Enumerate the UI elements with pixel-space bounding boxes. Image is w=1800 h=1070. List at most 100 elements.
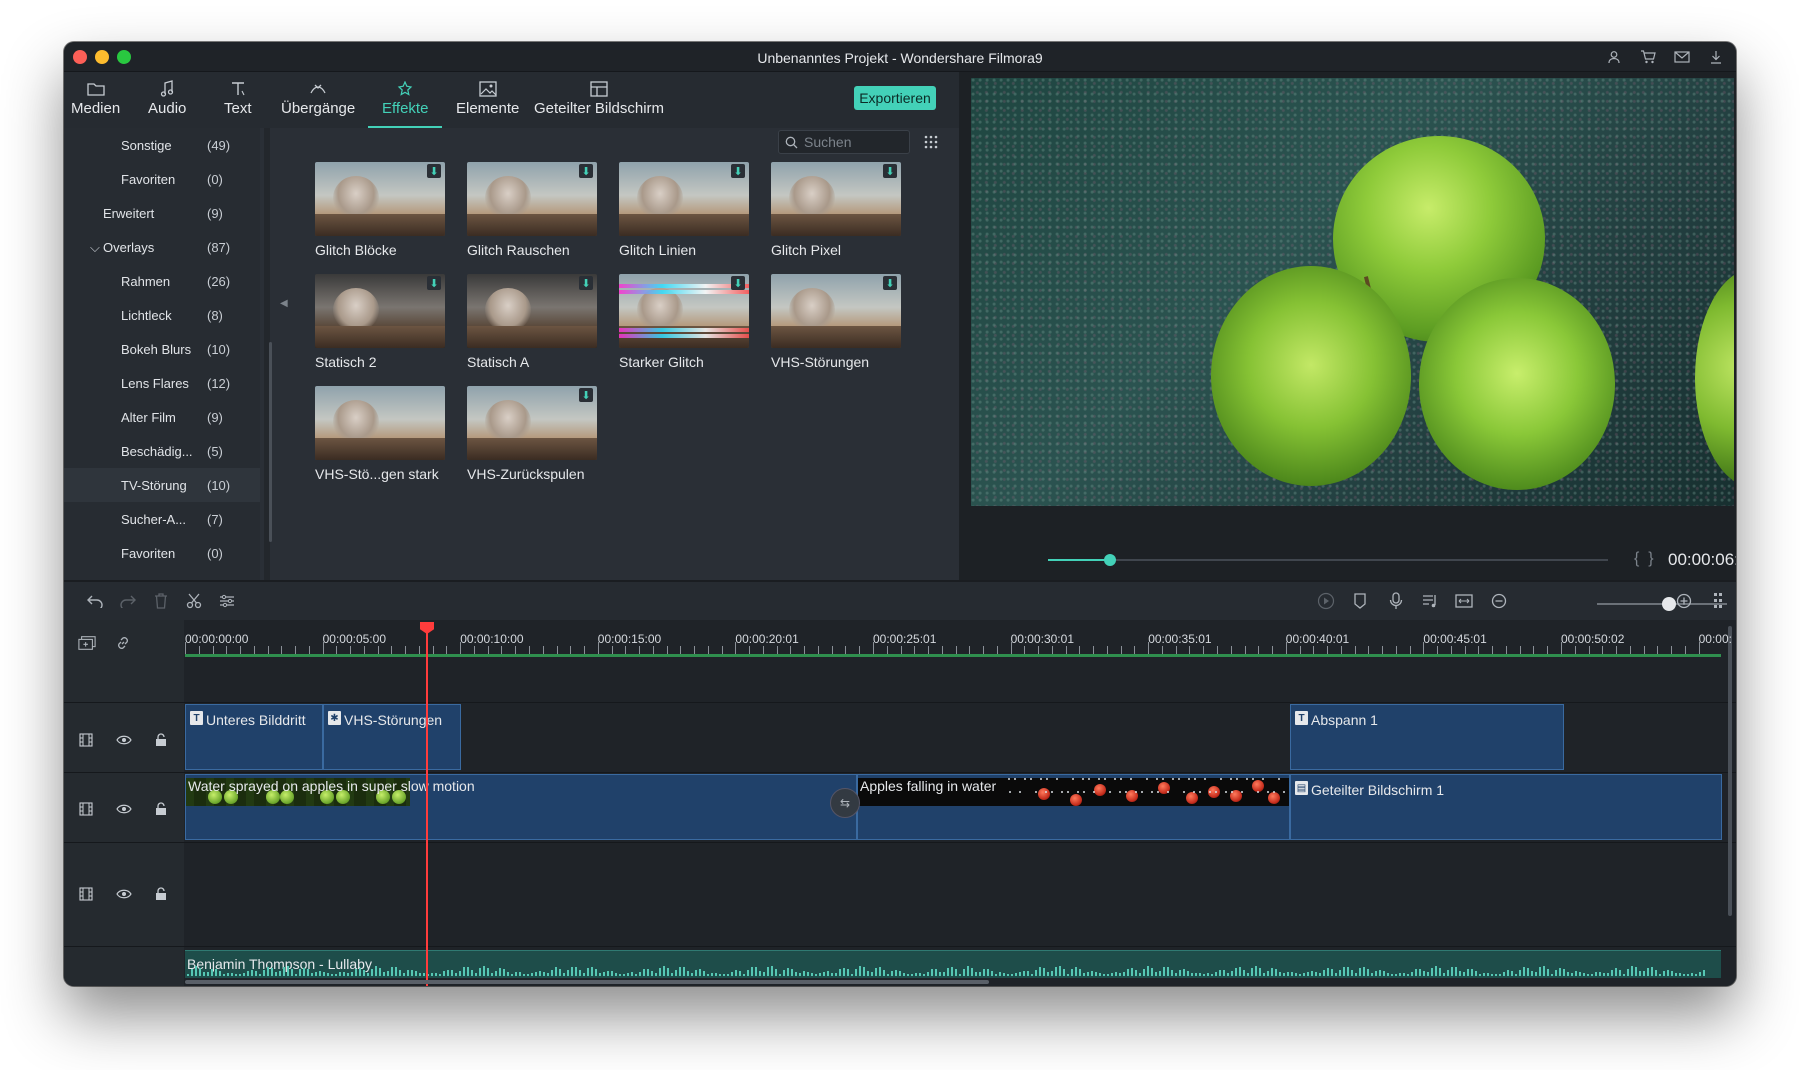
timeline-vertical-scrollbar[interactable]: [1728, 626, 1732, 916]
waveform-bar: [1615, 968, 1617, 976]
cut-scissors-icon[interactable]: [185, 592, 203, 610]
category-item[interactable]: Sonstige (49): [64, 128, 260, 162]
add-track-icon[interactable]: [78, 634, 96, 652]
category-item[interactable]: ⌵ Overlays (87): [64, 230, 260, 264]
microphone-icon[interactable]: [1387, 592, 1405, 610]
waveform-bar: [263, 969, 265, 976]
effect-item[interactable]: ⬇ VHS-Störungen: [771, 274, 901, 378]
tab-media[interactable]: Medien: [71, 78, 120, 126]
waveform-bar: [1307, 972, 1309, 976]
grid-view-icon[interactable]: [923, 134, 939, 150]
category-item[interactable]: TV-Störung (10): [64, 468, 260, 502]
export-button[interactable]: Exportieren: [854, 86, 936, 110]
tab-audio[interactable]: Audio: [148, 78, 186, 126]
category-item[interactable]: Rahmen (26): [64, 264, 260, 298]
ruler-time-label: 00:00:: [1698, 632, 1732, 646]
track-visibility-eye-icon[interactable]: [116, 801, 132, 817]
render-icon[interactable]: [1317, 592, 1335, 610]
waveform-bar: [1271, 968, 1273, 976]
effect-item[interactable]: VHS-Stö...gen stark: [315, 386, 445, 490]
track-visibility-eye-icon[interactable]: [116, 732, 132, 748]
download-icon[interactable]: ⬇: [579, 164, 593, 178]
effect-item[interactable]: ⬇ Glitch Rauschen: [467, 162, 597, 266]
effect-item[interactable]: ⬇ Starker Glitch: [619, 274, 749, 378]
search-field[interactable]: Suchen: [778, 130, 910, 154]
track-lock-icon[interactable]: [153, 801, 169, 817]
zoom-in-icon[interactable]: [1675, 592, 1693, 610]
download-icon[interactable]: ⬇: [579, 276, 593, 290]
track-lock-icon[interactable]: [153, 886, 169, 902]
track-visibility-eye-icon[interactable]: [116, 886, 132, 902]
timeline-text-clip[interactable]: T Unteres Bilddritt: [185, 704, 323, 770]
effect-item[interactable]: ⬇ Statisch A: [467, 274, 597, 378]
download-icon[interactable]: ⬇: [883, 164, 897, 178]
link-icon[interactable]: [114, 634, 132, 652]
category-item[interactable]: Bokeh Blurs (10): [64, 332, 260, 366]
tab-transitions[interactable]: Übergänge: [281, 78, 355, 126]
category-item[interactable]: Lens Flares (12): [64, 366, 260, 400]
preview-seek-handle[interactable]: [1103, 554, 1116, 566]
category-count: (7): [207, 512, 223, 527]
timeline-text-clip[interactable]: T Abspann 1: [1290, 704, 1564, 770]
category-scrollbar[interactable]: [269, 342, 272, 542]
delete-icon[interactable]: [152, 592, 170, 610]
track-lock-icon[interactable]: [153, 732, 169, 748]
timeline-audio-clip[interactable]: Benjamin Thompson - Lullaby: [185, 950, 1721, 978]
in-out-markers[interactable]: { }: [1634, 550, 1654, 568]
timeline-horizontal-scrollbar[interactable]: [185, 980, 989, 984]
zoom-slider-handle[interactable]: [1661, 597, 1676, 611]
zoom-out-icon[interactable]: [1490, 592, 1508, 610]
waveform-bar: [535, 971, 537, 976]
download-icon[interactable]: ⬇: [427, 164, 441, 178]
collapse-panel-icon[interactable]: ◀: [280, 298, 288, 309]
download-icon[interactable]: [1708, 49, 1724, 65]
timeline-options-icon[interactable]: [1709, 592, 1727, 610]
tab-effects[interactable]: Effekte: [367, 78, 443, 128]
account-icon[interactable]: [1606, 49, 1622, 65]
water-splash: [1199, 791, 1201, 793]
effect-item[interactable]: ⬇ Glitch Blöcke: [315, 162, 445, 266]
effect-item[interactable]: ⬇ VHS-Zurückspulen: [467, 386, 597, 490]
marker-icon[interactable]: [1351, 592, 1369, 610]
download-icon[interactable]: ⬇: [731, 164, 745, 178]
waveform-bar: [1451, 966, 1453, 976]
effect-item[interactable]: ⬇ Glitch Pixel: [771, 162, 901, 266]
category-item[interactable]: Lichtleck (8): [64, 298, 260, 332]
preview-seek-bar[interactable]: [1048, 559, 1608, 561]
undo-icon[interactable]: [86, 592, 104, 610]
timeline-split-screen-clip[interactable]: ▤ Geteilter Bildschirm 1: [1290, 774, 1722, 840]
category-item[interactable]: Erweitert (9): [64, 196, 260, 230]
download-icon[interactable]: ⬇: [579, 388, 593, 402]
redo-icon[interactable]: [119, 592, 137, 610]
waveform-bar: [1211, 973, 1213, 976]
effect-item[interactable]: ⬇ Statisch 2: [315, 274, 445, 378]
mail-icon[interactable]: [1674, 49, 1690, 65]
category-item[interactable]: Favoriten (0): [64, 536, 260, 570]
waveform-bar: [855, 969, 857, 976]
category-item[interactable]: Sucher-A... (7): [64, 502, 260, 536]
fit-timeline-icon[interactable]: [1455, 592, 1473, 610]
download-icon[interactable]: ⬇: [731, 276, 745, 290]
tab-text[interactable]: Text: [224, 78, 252, 126]
timeline-effect-clip[interactable]: ✱ VHS-Störungen: [323, 704, 461, 770]
adjust-icon[interactable]: [218, 592, 236, 610]
category-item[interactable]: Alter Film (9): [64, 400, 260, 434]
download-icon[interactable]: ⬇: [427, 276, 441, 290]
category-item[interactable]: Beschädig... (5): [64, 434, 260, 468]
waveform-bar: [683, 967, 685, 976]
timeline-video-clip[interactable]: Water sprayed on apples in super slow mo…: [185, 774, 857, 840]
playhead[interactable]: [426, 626, 428, 986]
tab-split-screen[interactable]: Geteilter Bildschirm: [534, 78, 664, 126]
category-item[interactable]: Favoriten (0): [64, 162, 260, 196]
download-icon[interactable]: ⬇: [883, 276, 897, 290]
timeline-video-clip[interactable]: Apples falling in water: [857, 774, 1290, 840]
waveform-bar: [939, 971, 941, 976]
ruler-tick: [735, 642, 737, 654]
water-splash: [1157, 791, 1159, 793]
cart-icon[interactable]: [1640, 49, 1656, 65]
voiceover-list-icon[interactable]: [1421, 592, 1439, 610]
transition-marker-icon[interactable]: ⇆: [830, 788, 860, 818]
tab-elements[interactable]: Elemente: [456, 78, 519, 126]
effect-item[interactable]: ⬇ Glitch Linien: [619, 162, 749, 266]
waveform-bar: [1407, 973, 1409, 976]
